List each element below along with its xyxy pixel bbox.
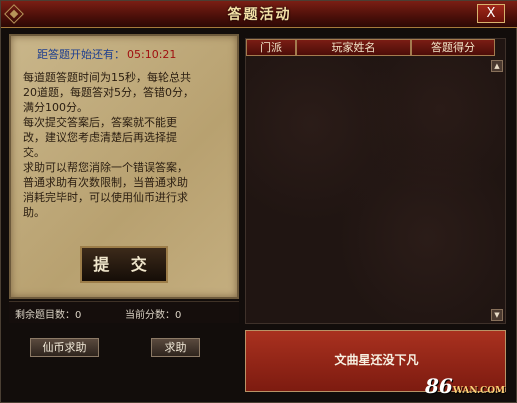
column-score: 答题得分 (411, 39, 495, 56)
logo-domain: WAN.COM (452, 386, 506, 396)
scroll-down-icon[interactable]: ▼ (491, 309, 503, 321)
rules-line: 交。 (23, 146, 45, 159)
score-label: 当前分数： (125, 310, 175, 321)
quiz-window: 答题活动 X 距答题开始还有： 05:10:21 每道题答题时间为15秒，每轮总共… (0, 0, 517, 403)
rules-line: 每道题答题时间为15秒，每轮总共 (23, 71, 191, 84)
scroll-up-icon[interactable]: ▲ (491, 60, 503, 72)
window-title: 答题活动 (227, 7, 292, 23)
notice-text: 文曲星还没下凡 (334, 353, 419, 367)
current-score: 当前分数：0 (125, 306, 181, 321)
site-logo: 86WAN.COM (425, 374, 505, 398)
rules-line: 求助可以帮您消除一个错误答案， (23, 161, 188, 174)
countdown-label: 距答题开始还有： (37, 48, 125, 61)
help-button[interactable]: 求助 (151, 338, 200, 357)
rules-line: 普通求助有次数限制，当普通求助 (23, 176, 188, 189)
rules-line: 改，建议您考虑清楚后再选择提 (23, 131, 177, 144)
title-bar: 答题活动 X (1, 1, 517, 28)
logo-number: 86 (425, 374, 453, 398)
ranking-table-header: 门派 玩家姓名 答题得分 (246, 39, 505, 56)
rules-line: 满分100分。 (23, 101, 88, 114)
rules-panel: 距答题开始还有： 05:10:21 每道题答题时间为15秒，每轮总共 20道题，每… (9, 34, 239, 299)
remaining-label: 剩余题目数： (15, 310, 75, 321)
close-button[interactable]: X (477, 4, 505, 23)
status-bar: 剩余题目数：0 当前分数：0 (9, 301, 239, 323)
rules-line: 每次提交答案后，答案就不能更 (23, 116, 177, 129)
rules-line: 消耗完毕时，可以使用仙币进行求 (23, 191, 188, 204)
column-sect: 门派 (246, 39, 296, 56)
rules-line: 20道题，每题答对5分，答错0分， (23, 86, 194, 99)
ranking-panel: 门派 玩家姓名 答题得分 ▲ ▼ (245, 38, 506, 324)
countdown-time: 05:10:21 (127, 48, 177, 61)
remaining-questions: 剩余题目数：0 (15, 306, 81, 321)
score-value: 0 (175, 310, 182, 321)
rules-text: 每道题答题时间为15秒，每轮总共 20道题，每题答对5分，答错0分， 满分100… (23, 70, 231, 220)
column-player-name: 玩家姓名 (296, 39, 411, 56)
remaining-value: 0 (75, 310, 82, 321)
xianbi-help-button[interactable]: 仙币求助 (30, 338, 99, 357)
rules-line: 助。 (23, 206, 45, 219)
countdown: 距答题开始还有： 05:10:21 (37, 46, 176, 62)
submit-button[interactable]: 提 交 (80, 246, 168, 283)
